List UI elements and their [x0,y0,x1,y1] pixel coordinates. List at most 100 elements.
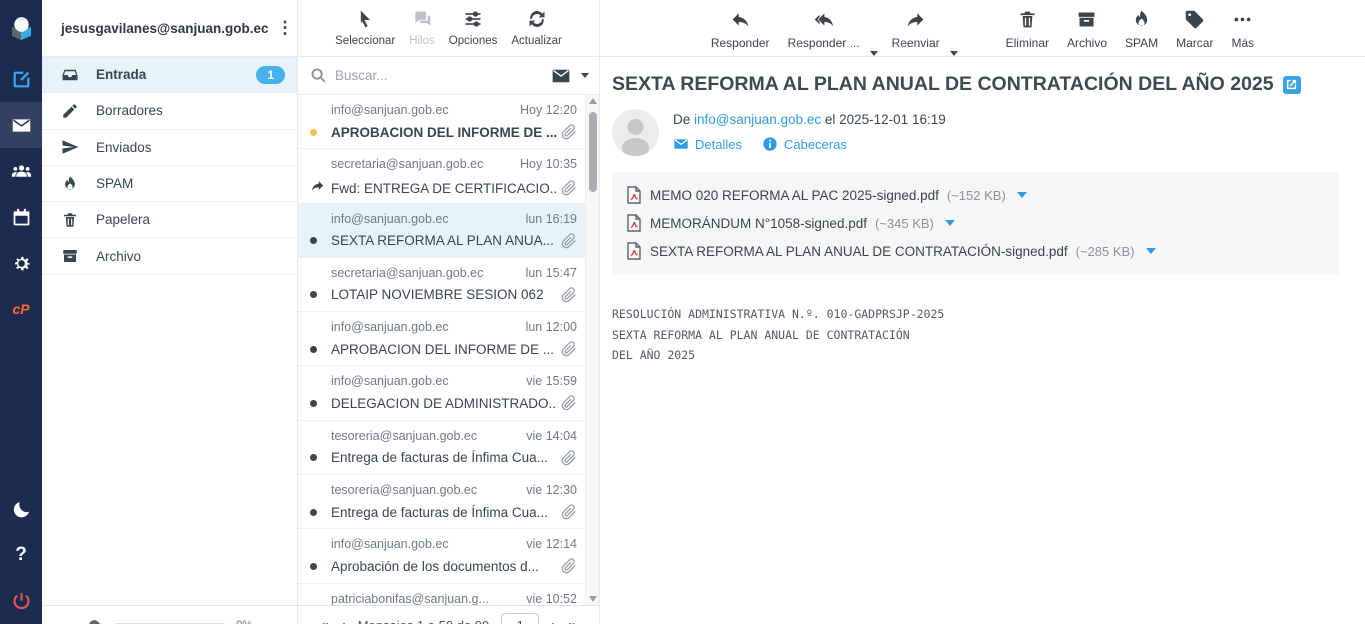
scroll-up-icon[interactable] [589,98,597,104]
settings-nav-button[interactable] [0,240,42,286]
attachment-name-link[interactable]: MEMORÁNDUM N°1058-signed.pdf [650,216,867,231]
forward-icon [905,9,926,33]
unread-dot-icon[interactable] [310,346,317,353]
details-toggle[interactable]: Detalles [673,136,742,152]
folder-label: SPAM [96,176,285,191]
folder-item-papelera[interactable]: Papelera [42,202,297,238]
unread-dot-icon[interactable] [310,291,317,298]
responder-button[interactable]: Responder [705,7,776,52]
logout-button[interactable] [0,578,42,624]
account-header: jesusgavilanes@sanjuan.gob.ec ⋮ [42,0,297,57]
open-in-new-window-icon[interactable] [1283,76,1301,94]
calendar-nav-button[interactable] [0,194,42,240]
last-page-button[interactable]: » [568,617,576,624]
unread-dot-icon[interactable] [310,400,317,407]
message-subject: Aprobación de los documentos d... [331,559,557,574]
headers-toggle[interactable]: Cabeceras [762,136,847,152]
archivo-button[interactable]: Archivo [1061,7,1113,52]
pagination-label: Mensajes 1 a 50 de 99 [358,618,490,624]
attachments-panel: MEMO 020 REFORMA AL PAC 2025-signed.pdf(… [612,172,1339,274]
attachment-row: SEXTA REFORMA AL PLAN ANUAL DE CONTRATAC… [626,237,1325,265]
cpanel-button[interactable]: cP [0,286,42,332]
folder-item-archivo[interactable]: Archivo [42,238,297,274]
message-row[interactable]: secretaria@sanjuan.gob.ecHoy 10:35Fwd: E… [298,149,585,203]
paperclip-icon [561,233,577,249]
reenviar-button[interactable]: Reenviar [886,7,946,52]
message-row[interactable]: tesoreria@sanjuan.gob.ecvie 14:04Entrega… [298,421,585,475]
folder-item-borradores[interactable]: Borradores [42,93,297,129]
mail-nav-button[interactable] [0,102,42,148]
scrollbar-thumb[interactable] [589,112,597,192]
first-page-button[interactable]: « [320,617,328,624]
message-subject: SEXTA REFORMA AL PLAN ANUA... [331,233,557,248]
message-subject: Fwd: ENTREGA DE CERTIFICACIO... [331,181,557,196]
message-row[interactable]: info@sanjuan.gob.ecvie 12:14Aprobación d… [298,529,585,583]
message-row[interactable]: info@sanjuan.gob.ecHoy 12:20APROBACION D… [298,95,585,149]
dark-mode-toggle[interactable] [0,486,42,532]
storage-cloud-icon [84,618,104,624]
folder-item-spam[interactable]: SPAM [42,166,297,202]
m-s-button[interactable]: Más [1225,7,1260,52]
unread-dot-icon[interactable] [310,454,317,461]
app-logo-icon[interactable] [0,0,42,56]
search-options-chevron-icon[interactable] [581,73,589,78]
flagged-dot-icon[interactable] [310,129,317,136]
search-scope-mail-icon[interactable] [551,68,571,84]
sender-email-link[interactable]: info@sanjuan.gob.ec [694,112,821,127]
refresh-icon [527,9,547,32]
message-subject: APROBACION DEL INFORME DE ... [331,342,557,357]
message-row[interactable]: info@sanjuan.gob.eclun 16:19SEXTA REFORM… [298,204,585,258]
search-input[interactable] [335,68,543,83]
seleccionar-button[interactable]: Seleccionar [330,7,400,49]
contacts-nav-button[interactable] [0,148,42,194]
message-row[interactable]: info@sanjuan.gob.ecvie 15:59DELEGACION D… [298,366,585,420]
attachment-menu-caret-icon[interactable] [1146,248,1156,254]
message-sender: info@sanjuan.gob.ec [331,537,449,551]
paperclip-icon [561,558,577,574]
paperclip-icon [561,450,577,466]
unread-dot-icon[interactable] [310,563,317,570]
scroll-down-icon[interactable] [589,596,597,602]
unread-dot-icon[interactable] [310,237,317,244]
responder-button[interactable]: Responder ... [782,7,866,52]
prev-page-button[interactable]: ‹ [341,617,346,624]
page-number-input[interactable] [501,613,539,624]
message-sender: info@sanjuan.gob.ec [331,320,449,334]
message-list-scrollbar[interactable] [585,95,599,605]
message-list: info@sanjuan.gob.ecHoy 12:20APROBACION D… [298,95,585,605]
marcar-button[interactable]: Marcar [1170,7,1219,52]
message-row[interactable]: info@sanjuan.gob.eclun 12:00APROBACION D… [298,312,585,366]
attachment-name-link[interactable]: SEXTA REFORMA AL PLAN ANUAL DE CONTRATAC… [650,244,1068,259]
attachment-menu-caret-icon[interactable] [945,220,955,226]
spam-button[interactable]: SPAM [1119,7,1164,52]
actualizar-button[interactable]: Actualizar [506,7,567,49]
dropdown-caret-icon[interactable] [950,51,958,56]
account-menu-button[interactable]: ⋮ [269,18,302,38]
message-row[interactable]: tesoreria@sanjuan.gob.ecvie 12:30Entrega… [298,475,585,529]
folder-item-entrada[interactable]: Entrada1 [42,57,297,93]
pdf-file-icon [626,186,642,204]
attachment-menu-caret-icon[interactable] [1017,192,1027,198]
from-prefix: De [673,112,690,127]
toolbar-button-label: Opciones [449,35,498,47]
next-page-button[interactable]: › [551,617,556,624]
archive-icon [61,247,81,265]
forwarded-status-icon [310,178,325,198]
eliminar-button[interactable]: Eliminar [1000,7,1055,52]
message-list-column: SeleccionarHilosOpcionesActualizar info@… [298,0,600,624]
opciones-button[interactable]: Opciones [444,7,503,49]
message-row[interactable]: secretaria@sanjuan.gob.eclun 15:47LOTAIP… [298,258,585,312]
dropdown-caret-icon[interactable] [870,51,878,56]
compose-button[interactable] [0,56,42,102]
threads-icon [412,9,432,32]
toolbar-button-label: Más [1231,36,1254,50]
message-subject: LOTAIP NOVIEMBRE SESION 062 [331,287,557,302]
attachment-name-link[interactable]: MEMO 020 REFORMA AL PAC 2025-signed.pdf [650,188,939,203]
message-sender: secretaria@sanjuan.gob.ec [331,157,483,171]
unread-dot-icon[interactable] [310,509,317,516]
message-row[interactable]: patriciabonifas@sanjuan.g...vie 10:52 [298,584,585,605]
help-button[interactable]: ? [0,532,42,578]
folder-item-enviados[interactable]: Enviados [42,130,297,166]
folder-label: Papelera [96,212,285,227]
date-connector: el [825,112,836,127]
